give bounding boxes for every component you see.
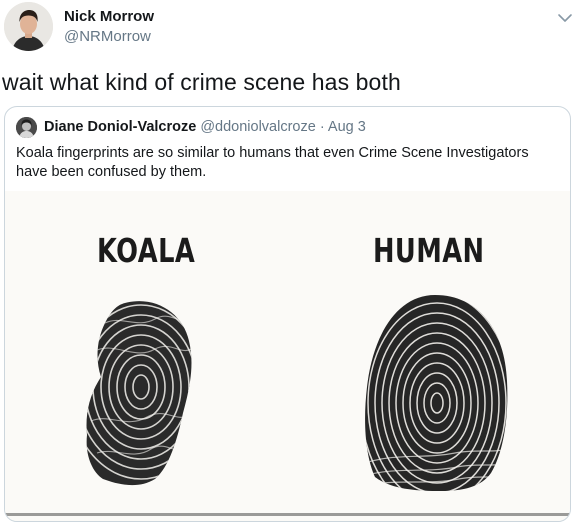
- author-name[interactable]: Nick Morrow: [64, 8, 154, 25]
- koala-fingerprint: [86, 301, 192, 486]
- author-avatar[interactable]: [4, 2, 53, 51]
- quoted-avatar-image: [16, 117, 37, 138]
- human-label: HUMAN: [373, 231, 485, 270]
- quoted-separator: ·: [319, 119, 325, 135]
- chevron-down-icon[interactable]: [555, 8, 575, 28]
- quoted-author-avatar[interactable]: [16, 117, 37, 138]
- image-bottom-strip: [5, 513, 570, 516]
- human-fingerprint: [365, 295, 508, 491]
- quoted-header: Diane Doniol-Valcroze @ddoniolvalcroze ·…: [44, 119, 366, 135]
- quoted-author-handle[interactable]: @ddoniolvalcroze: [200, 119, 315, 135]
- tweet-text: wait what kind of crime scene has both: [2, 69, 401, 95]
- koala-label: KOALA: [97, 231, 196, 270]
- author-handle[interactable]: @NRMorrow: [64, 28, 151, 45]
- quoted-tweet[interactable]: Diane Doniol-Valcroze @ddoniolvalcroze ·…: [4, 106, 571, 522]
- quoted-author-name[interactable]: Diane Doniol-Valcroze: [44, 119, 196, 135]
- quoted-text: Koala fingerprints are so similar to hum…: [16, 145, 529, 180]
- avatar-image: [4, 2, 53, 51]
- fingerprints-illustration: [5, 295, 570, 516]
- tweet: Nick Morrow @NRMorrow wait what kind of …: [0, 0, 583, 528]
- quoted-image[interactable]: KOALA HUMAN: [5, 191, 570, 521]
- quoted-date[interactable]: Aug 3: [328, 119, 366, 135]
